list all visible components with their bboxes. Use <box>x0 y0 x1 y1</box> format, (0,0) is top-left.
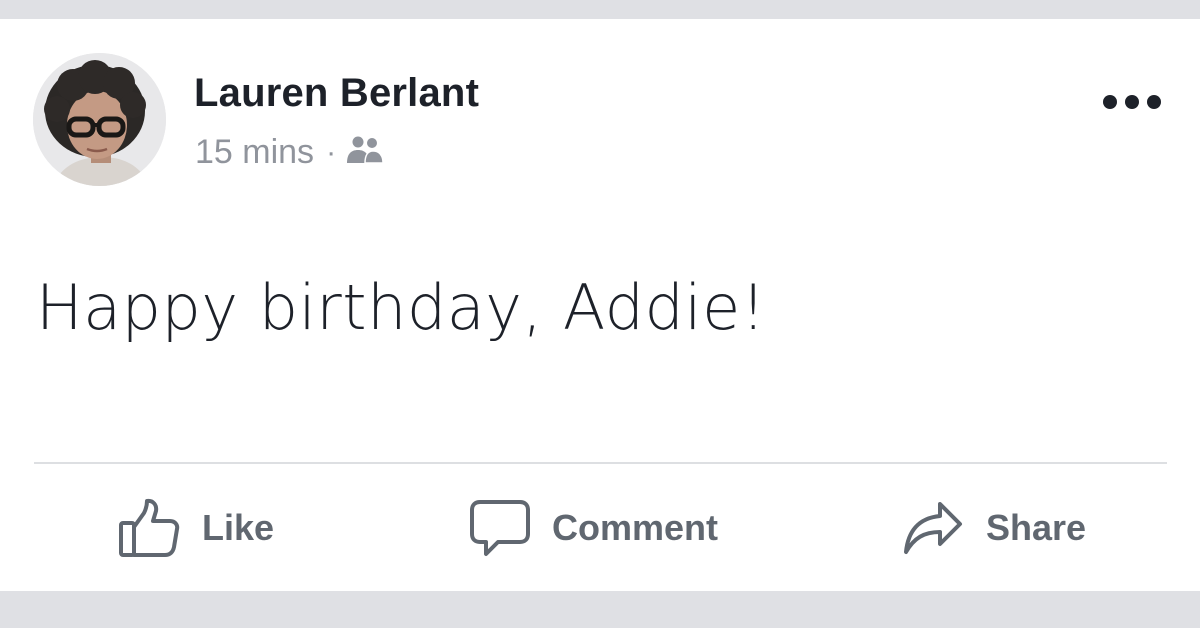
thumbs-up-icon <box>118 497 180 559</box>
actions-divider <box>34 462 1167 464</box>
like-button[interactable]: Like <box>118 495 274 561</box>
meta-separator: · <box>326 135 337 169</box>
share-arrow-icon <box>902 498 964 558</box>
post-timestamp[interactable]: 15 mins <box>195 133 314 172</box>
share-label: Share <box>986 507 1087 548</box>
speech-bubble-icon <box>470 498 530 558</box>
author-avatar[interactable] <box>33 53 166 186</box>
friends-icon[interactable] <box>346 135 386 174</box>
like-label: Like <box>202 507 275 548</box>
share-button[interactable]: Share <box>902 495 1086 561</box>
comment-label: Comment <box>552 507 719 548</box>
post-text: Happy birthday, Addie! <box>36 271 767 344</box>
author-name[interactable]: Lauren Berlant <box>194 71 479 116</box>
comment-button[interactable]: Comment <box>470 495 718 561</box>
post-card: Lauren Berlant 15 mins · Happy birthday,… <box>0 19 1200 591</box>
post-meta: 15 mins · <box>195 131 386 174</box>
more-options-icon[interactable] <box>1100 89 1164 115</box>
